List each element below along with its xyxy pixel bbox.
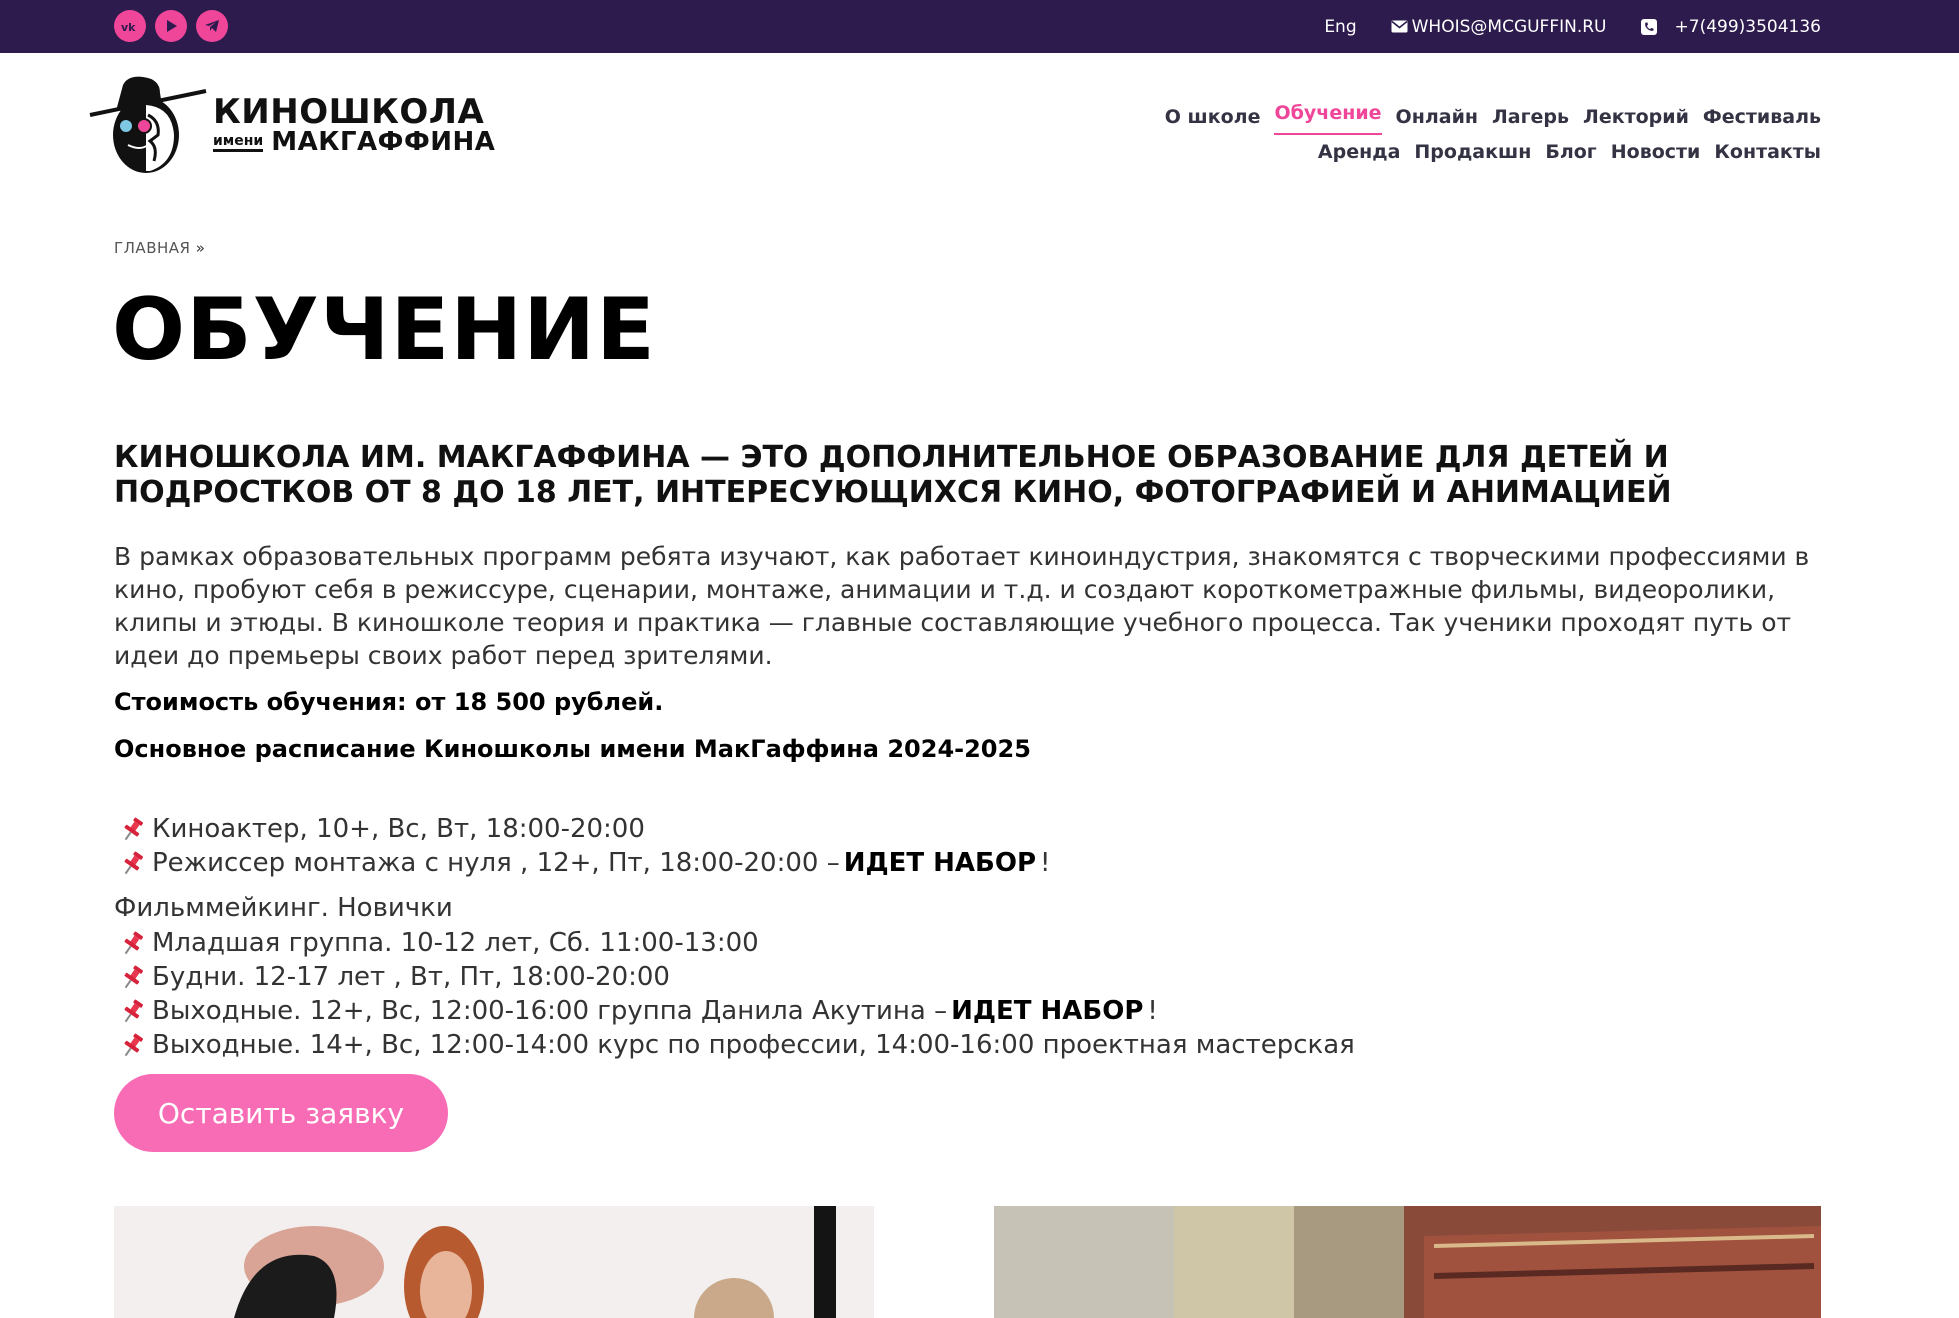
description-paragraph: В рамках образовательных программ ребята… [114,542,1810,670]
nav-item-online[interactable]: Онлайн [1396,100,1478,135]
nav-item-about[interactable]: О школе [1165,100,1261,135]
schedule-text: Киноактер, 10+, Вс, Вт, 18:00-20:00 [152,814,645,844]
list-item: Выходные. 14+, Вс, 12:00-14:00 курс по п… [118,1028,1355,1062]
logo-subtitle-small: имени [213,134,264,152]
group-title: Фильммейкинг. Новички [114,893,453,923]
pushpin-icon [124,851,144,875]
schedule-list-main: Киноактер, 10+, Вс, Вт, 18:00-20:00 Режи… [118,812,1050,880]
nav-item-rent[interactable]: Аренда [1318,135,1401,170]
social-links: vk [114,10,228,42]
pushpin-icon [124,999,144,1023]
email-link[interactable]: WHOIS@MCGUFFIN.RU [1391,17,1607,37]
pushpin-icon [124,817,144,841]
vk-icon[interactable]: vk [114,10,146,42]
contact-bar: Eng WHOIS@MCGUFFIN.RU +7(499)3504136 [1324,0,1821,53]
phone-link[interactable]: +7(499)3504136 [1640,16,1821,37]
nav-item-production[interactable]: Продакшн [1414,135,1531,170]
list-item: Будни. 12-17 лет , Вт, Пт, 18:00-20:00 [118,960,1355,994]
pushpin-icon [124,965,144,989]
email-text: WHOIS@MCGUFFIN.RU [1411,16,1607,37]
logo-wordmark: КИНОШКОЛА имени МАКГАФФИНА [213,95,495,155]
list-item: Режиссер монтажа с нуля , 12+, Пт, 18:00… [118,846,1050,880]
schedule-tail: ! [1147,996,1158,1026]
schedule-title: Основное расписание Киношколы имени МакГ… [114,735,1031,763]
apply-button[interactable]: Оставить заявку [114,1074,448,1152]
phone-icon [1640,18,1657,35]
main-nav: О школе Обучение Онлайн Лагерь Лекторий … [1165,100,1821,170]
language-switch[interactable]: Eng [1324,17,1356,37]
schedule-text: Режиссер монтажа с нуля , 12+, Пт, 18:00… [152,848,840,878]
svg-text:vk: vk [121,21,136,32]
page-title: ОБУЧЕНИЕ [112,280,656,380]
lead-heading: КИНОШКОЛА ИМ. МАКГАФФИНА — ЭТО ДОПОЛНИТЕ… [114,440,1672,510]
breadcrumb-home[interactable]: ГЛАВНАЯ [114,239,190,257]
enrollment-badge: ИДЕТ НАБОР [843,848,1037,878]
schedule-text: Выходные. 12+, Вс, 12:00-16:00 группа Да… [152,996,948,1026]
nav-item-news[interactable]: Новости [1611,135,1701,170]
list-item: Киноактер, 10+, Вс, Вт, 18:00-20:00 [118,812,1050,846]
schedule-text: Будни. 12-17 лет , Вт, Пт, 18:00-20:00 [152,962,670,992]
nav-item-camp[interactable]: Лагерь [1492,100,1569,135]
enrollment-badge: ИДЕТ НАБОР [951,996,1144,1026]
youtube-icon[interactable] [155,10,187,42]
list-item: Младшая группа. 10-12 лет, Сб. 11:00-13:… [118,926,1355,960]
class-photo-right [994,1206,1821,1318]
schedule-text: Выходные. 14+, Вс, 12:00-14:00 курс по п… [152,1030,1355,1060]
telegram-icon[interactable] [196,10,228,42]
logo-emblem-icon [89,76,207,173]
breadcrumb: ГЛАВНАЯ » [114,239,205,257]
nav-item-lectures[interactable]: Лекторий [1583,100,1689,135]
nav-item-education[interactable]: Обучение [1274,100,1382,135]
mail-icon [1391,20,1408,33]
school-logo[interactable]: КИНОШКОЛА имени МАКГАФФИНА [88,75,498,175]
nav-item-contacts[interactable]: Контакты [1714,135,1821,170]
phone-text: +7(499)3504136 [1674,16,1821,37]
pushpin-icon [124,931,144,955]
pushpin-icon [124,1033,144,1057]
price-text: Стоимость обучения: от 18 500 рублей. [114,688,664,716]
schedule-text: Младшая группа. 10-12 лет, Сб. 11:00-13:… [152,928,759,958]
schedule-tail: ! [1040,848,1051,878]
list-item: Выходные. 12+, Вс, 12:00-16:00 группа Да… [118,994,1355,1028]
schedule-list-beginners: Младшая группа. 10-12 лет, Сб. 11:00-13:… [118,926,1355,1062]
logo-title: КИНОШКОЛА [213,92,485,132]
logo-subtitle: МАКГАФФИНА [271,127,496,157]
nav-item-blog[interactable]: Блог [1545,135,1596,170]
nav-item-festival[interactable]: Фестиваль [1703,100,1821,135]
top-bar: vk Eng WHOIS@MCGUFFIN.RU +7(499)3504136 [0,0,1959,53]
breadcrumb-separator: » [195,239,206,257]
class-photo-left [114,1206,874,1318]
